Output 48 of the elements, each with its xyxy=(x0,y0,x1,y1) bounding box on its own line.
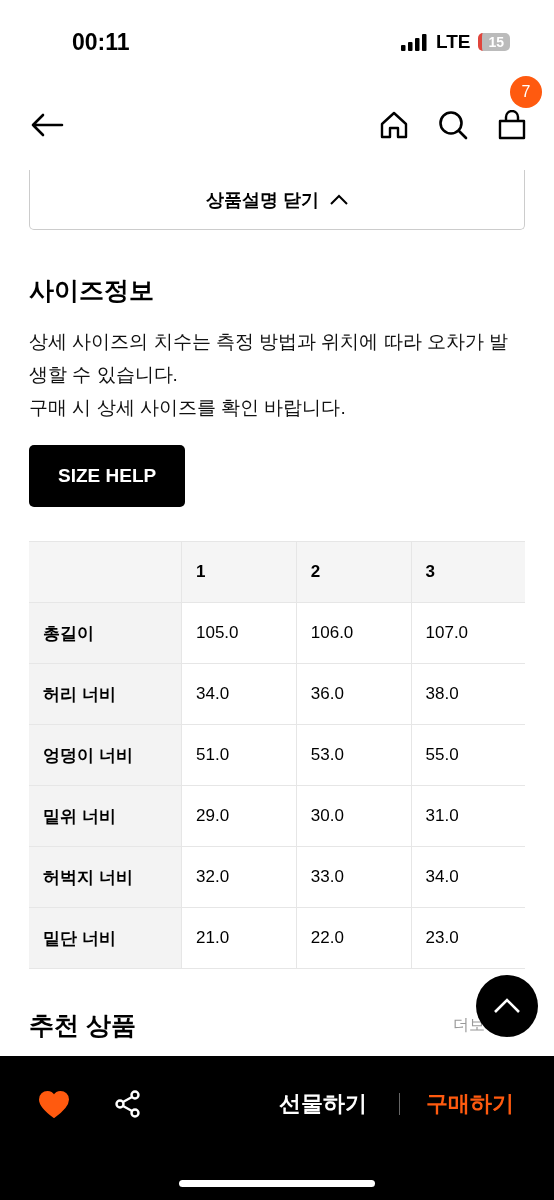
table-cell: 29.0 xyxy=(181,785,297,847)
table-cell: 38.0 xyxy=(411,663,525,725)
table-cell: 30.0 xyxy=(296,785,412,847)
status-time: 00:11 xyxy=(72,28,130,56)
table-cell: 106.0 xyxy=(296,602,412,664)
table-cell: 23.0 xyxy=(411,907,525,969)
heart-icon[interactable] xyxy=(39,1090,69,1118)
table-cell: 21.0 xyxy=(181,907,297,969)
size-help-button[interactable]: SIZE HELP xyxy=(29,445,186,507)
row-header-cell: 밑단 너비 xyxy=(29,907,182,969)
table-cell: 31.0 xyxy=(411,785,525,847)
cart-count-badge: 7 xyxy=(510,76,542,108)
table-cell: 107.0 xyxy=(411,602,525,664)
table-cell: 105.0 xyxy=(181,602,297,664)
row-header-cell: 밑위 너비 xyxy=(29,785,182,847)
gift-button[interactable]: 선물하기 xyxy=(273,1088,373,1120)
home-icon[interactable] xyxy=(380,111,408,139)
row-header-cell: 허벅지 너비 xyxy=(29,846,182,908)
network-label: LTE xyxy=(435,31,471,53)
section-title: 추천 상품 xyxy=(29,1010,136,1041)
description-text: 구매 시 상세 사이즈를 확인 바랍니다. xyxy=(29,396,347,420)
back-arrow-icon[interactable] xyxy=(30,113,64,137)
row-header-cell: 엉덩이 너비 xyxy=(29,724,182,786)
shopping-bag-icon[interactable] xyxy=(498,110,526,140)
battery-indicator: 15 xyxy=(478,33,510,51)
table-cell: 33.0 xyxy=(296,846,412,908)
table-header-cell: 3 xyxy=(411,541,525,603)
share-icon[interactable] xyxy=(114,1090,142,1118)
collapse-description-button[interactable]: 상품설명 닫기 xyxy=(29,170,525,230)
buy-button[interactable]: 구매하기 xyxy=(426,1089,514,1119)
table-cell: 22.0 xyxy=(296,907,412,969)
table-cell: 55.0 xyxy=(411,724,525,786)
table-cell: 36.0 xyxy=(296,663,412,725)
table-cell: 51.0 xyxy=(181,724,297,786)
chevron-up-icon xyxy=(493,998,521,1014)
signal-icon xyxy=(400,33,428,51)
description-text: 상세 사이즈의 치수는 측정 방법과 위치에 따라 오차가 발생할 수 있습니다. xyxy=(29,330,510,387)
table-cell: 32.0 xyxy=(181,846,297,908)
table-header-cell: 2 xyxy=(296,541,412,603)
row-header-cell: 허리 너비 xyxy=(29,663,182,725)
table-cell: 34.0 xyxy=(181,663,297,725)
search-icon[interactable] xyxy=(438,110,468,140)
table-cell: 34.0 xyxy=(411,846,525,908)
table-cell: 53.0 xyxy=(296,724,412,786)
table-header-cell: 1 xyxy=(181,541,297,603)
chevron-up-icon xyxy=(329,194,348,205)
row-header-cell: 총길이 xyxy=(29,602,182,664)
section-title: 사이즈정보 xyxy=(29,275,155,306)
